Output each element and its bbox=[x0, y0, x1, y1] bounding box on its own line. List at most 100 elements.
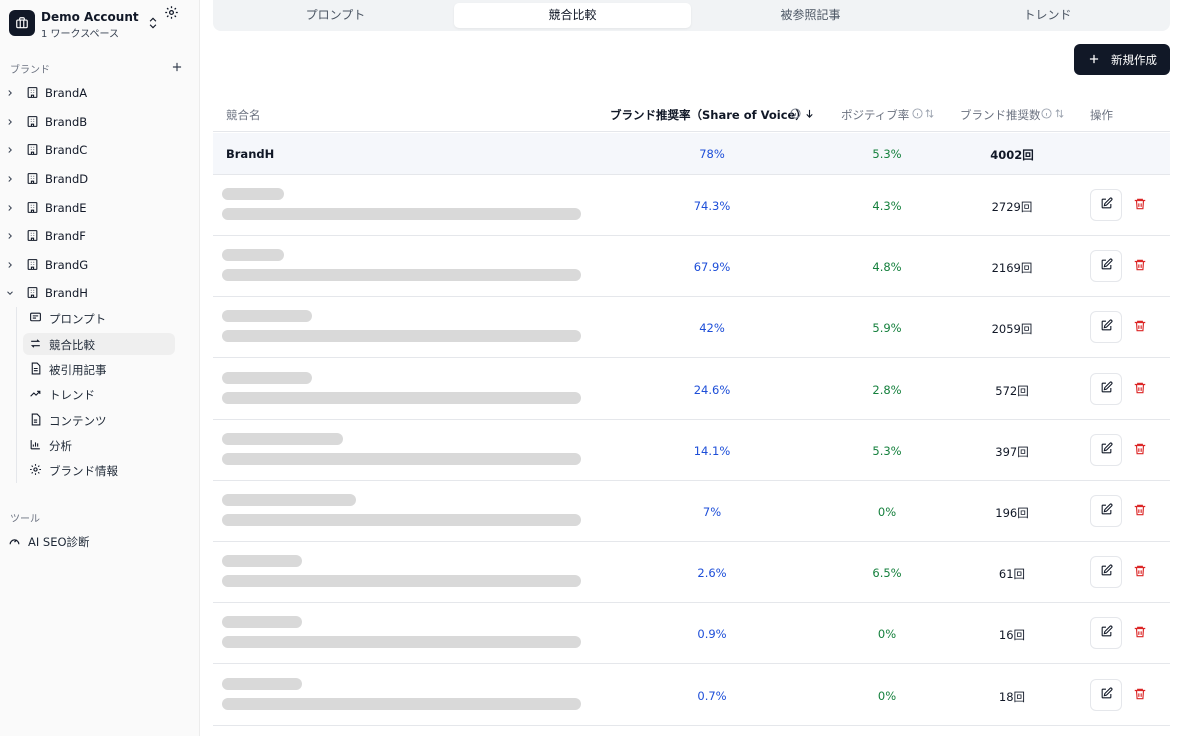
info-icon[interactable] bbox=[1041, 108, 1052, 119]
sidebar-subitem[interactable]: コンテンツ bbox=[23, 409, 175, 431]
column-header-positive[interactable]: ポジティブ率 bbox=[841, 107, 909, 123]
edit-button[interactable] bbox=[1090, 311, 1122, 344]
sov-value: 0.9% bbox=[697, 627, 727, 642]
tools-section-label: ツール bbox=[10, 514, 40, 525]
sidebar-brand-label: BrandA bbox=[45, 86, 88, 100]
delete-trash-icon[interactable] bbox=[1133, 625, 1149, 641]
sidebar-subitem[interactable]: 被引用記事 bbox=[23, 358, 175, 380]
chevron-right-icon[interactable] bbox=[5, 202, 15, 214]
delete-trash-icon[interactable] bbox=[1133, 381, 1149, 397]
edit-icon bbox=[1100, 564, 1113, 580]
sort-updown-icon[interactable] bbox=[1054, 108, 1065, 119]
info-icon[interactable] bbox=[912, 108, 923, 119]
competitor-name-placeholder bbox=[222, 494, 356, 506]
table-row: 74.3% 4.3% 2729回 bbox=[213, 175, 1170, 236]
delete-trash-icon[interactable] bbox=[1133, 197, 1149, 213]
sidebar: Demo Account 1 ワークスペース ブランド BrandA BrandB… bbox=[0, 0, 200, 736]
new-create-button[interactable]: 新規作成 bbox=[1074, 44, 1170, 75]
table-row: 14.1% 5.3% 397回 bbox=[213, 420, 1170, 481]
edit-button[interactable] bbox=[1090, 372, 1122, 405]
sidebar-brand-item[interactable]: BrandA bbox=[0, 81, 200, 105]
sidebar-brand-item[interactable]: BrandD bbox=[0, 167, 200, 191]
sidebar-item-ai-seo[interactable]: AI SEO診断 bbox=[8, 532, 188, 552]
chevron-down-icon[interactable] bbox=[5, 287, 15, 299]
tab-prompt[interactable]: プロンプト bbox=[217, 3, 454, 28]
recommend-count-value: 61回 bbox=[998, 567, 1026, 582]
chevron-right-icon[interactable] bbox=[5, 116, 15, 128]
info-icon[interactable] bbox=[790, 108, 801, 119]
sidebar-subitem[interactable]: ブランド情報 bbox=[23, 459, 175, 481]
building-icon bbox=[26, 286, 39, 299]
delete-trash-icon[interactable] bbox=[1133, 564, 1149, 580]
edit-icon bbox=[1100, 381, 1113, 397]
competitor-name-placeholder bbox=[222, 432, 343, 445]
building-icon bbox=[26, 115, 39, 128]
delete-trash-icon[interactable] bbox=[1133, 503, 1149, 519]
tab-competitor[interactable]: 競合比較 bbox=[454, 3, 691, 28]
column-header-name: 競合名 bbox=[226, 108, 261, 122]
edit-button[interactable] bbox=[1090, 556, 1122, 589]
chevron-right-icon[interactable] bbox=[5, 173, 15, 185]
sidebar-brand-item[interactable]: BrandC bbox=[0, 138, 200, 162]
sidebar-item-label: AI SEO診断 bbox=[28, 535, 90, 549]
positive-rate-value: 5.3% bbox=[872, 147, 902, 161]
arrows-swap-icon bbox=[29, 337, 43, 351]
column-header-count[interactable]: ブランド推奨数 bbox=[960, 107, 1041, 123]
sidebar-subitem[interactable]: プロンプト bbox=[23, 307, 175, 329]
competitor-name-placeholder bbox=[222, 555, 302, 568]
chevron-right-icon[interactable] bbox=[5, 144, 15, 156]
edit-button[interactable] bbox=[1090, 250, 1122, 283]
building-icon bbox=[26, 229, 39, 242]
sov-value: 42% bbox=[699, 321, 725, 336]
recommend-count-value: 196回 bbox=[995, 506, 1029, 520]
delete-trash-icon[interactable] bbox=[1133, 442, 1149, 458]
add-brand-plus-icon[interactable] bbox=[170, 60, 184, 74]
edit-button[interactable] bbox=[1090, 433, 1122, 466]
sidebar-brand-item[interactable]: BrandE bbox=[0, 196, 200, 220]
recommend-count-value: 4002回 bbox=[990, 148, 1034, 162]
tab-referenced-articles[interactable]: 被参照記事 bbox=[692, 3, 929, 28]
sidebar-subitem[interactable]: 競合比較 bbox=[23, 333, 175, 355]
competitor-name-placeholder bbox=[222, 677, 302, 690]
delete-trash-icon[interactable] bbox=[1133, 687, 1149, 703]
edit-button[interactable] bbox=[1090, 617, 1122, 650]
tab-trend[interactable]: トレンド bbox=[929, 3, 1166, 28]
edit-button[interactable] bbox=[1090, 495, 1122, 527]
table-row: 24.6% 2.8% 572回 bbox=[213, 359, 1170, 420]
delete-trash-icon[interactable] bbox=[1133, 258, 1149, 274]
recommend-count-value: 397回 bbox=[995, 444, 1029, 459]
sidebar-brand-item[interactable]: BrandH bbox=[0, 281, 200, 305]
sort-updown-icon[interactable] bbox=[924, 108, 935, 119]
file-icon bbox=[29, 413, 43, 427]
sidebar-brand-label: BrandE bbox=[45, 201, 87, 215]
recommend-count-value: 2169回 bbox=[991, 261, 1033, 276]
sidebar-subitem[interactable]: トレンド bbox=[23, 383, 175, 405]
table-row: 42% 5.9% 2059回 bbox=[213, 297, 1170, 359]
building-icon bbox=[26, 258, 39, 271]
sov-value: 14.1% bbox=[693, 443, 731, 458]
edit-button[interactable] bbox=[1090, 678, 1122, 711]
sidebar-subitem[interactable]: 分析 bbox=[23, 434, 175, 456]
sov-value: 0.7% bbox=[697, 688, 727, 703]
sidebar-subitem-label: コンテンツ bbox=[49, 414, 107, 428]
edit-button[interactable] bbox=[1090, 189, 1122, 221]
sidebar-brand-item[interactable]: BrandF bbox=[0, 224, 200, 248]
recommend-count-value: 2059回 bbox=[991, 322, 1033, 337]
sidebar-brand-label: BrandB bbox=[45, 115, 88, 129]
settings-gear-icon[interactable] bbox=[164, 5, 180, 21]
sidebar-brand-item[interactable]: BrandB bbox=[0, 110, 200, 134]
column-header-sov[interactable]: ブランド推奨率（Share of Voice） bbox=[610, 107, 807, 123]
competitor-desc-placeholder bbox=[222, 452, 581, 465]
table-row: 67.9% 4.8% 2169回 bbox=[213, 236, 1170, 298]
chevron-right-icon[interactable] bbox=[5, 87, 15, 99]
sort-desc-arrow-icon[interactable] bbox=[804, 108, 815, 119]
chevrons-up-down-icon[interactable] bbox=[146, 15, 160, 31]
sidebar-brand-item[interactable]: BrandG bbox=[0, 253, 200, 277]
positive-rate-value: 6.5% bbox=[872, 566, 902, 581]
positive-rate-value: 0% bbox=[877, 505, 897, 519]
chevron-right-icon[interactable] bbox=[5, 230, 15, 242]
account-name: Demo Account bbox=[41, 10, 139, 24]
chevron-right-icon[interactable] bbox=[5, 259, 15, 271]
delete-trash-icon[interactable] bbox=[1133, 319, 1149, 335]
sov-value: 74.3% bbox=[693, 199, 731, 213]
